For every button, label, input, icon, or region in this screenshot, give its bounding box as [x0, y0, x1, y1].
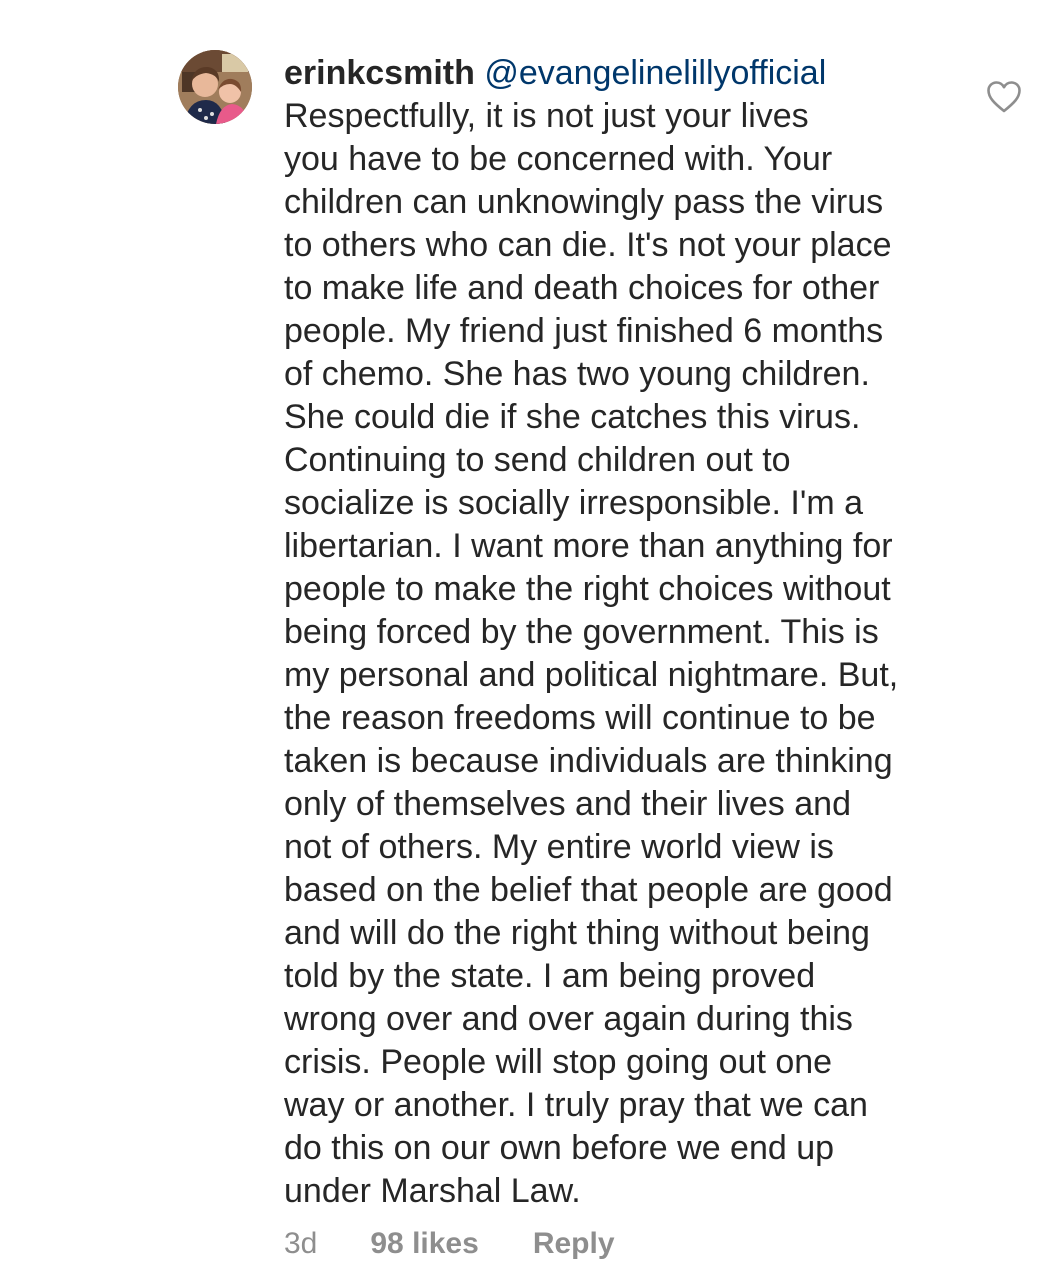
- comment-line: the reason freedoms will continue to be: [284, 699, 876, 737]
- username[interactable]: erinkcsmith: [284, 54, 475, 92]
- comment-body: erinkcsmith @evangelinelillyofficial Res…: [284, 52, 964, 1213]
- comment-line: and will do the right thing without bein…: [284, 914, 870, 952]
- comment: erinkcsmith @evangelinelillyofficial Res…: [0, 0, 1054, 1265]
- comment-line: libertarian. I want more than anything f…: [284, 527, 893, 565]
- comment-line: you have to be concerned with. Your: [284, 140, 833, 178]
- avatar[interactable]: [178, 50, 252, 124]
- comment-line: crisis. People will stop going out one: [284, 1043, 833, 1081]
- comment-line: taken is because individuals are thinkin…: [284, 742, 893, 780]
- comment-meta: 3d 98 likes Reply: [284, 1227, 615, 1261]
- comment-line: only of themselves and their lives and: [284, 785, 851, 823]
- comment-line: based on the belief that people are good: [284, 871, 893, 909]
- comment-line: Continuing to send children out to: [284, 441, 791, 479]
- comment-line: people. My friend just finished 6 months: [284, 312, 884, 350]
- comment-line: do this on our own before we end up: [284, 1129, 835, 1167]
- comment-line: Respectfully, it is not just your lives: [284, 97, 809, 135]
- comment-line: to make life and death choices for other: [284, 269, 880, 307]
- comment-line: people to make the right choices without: [284, 570, 891, 608]
- comment-line: wrong over and over again during this: [284, 1000, 853, 1038]
- reply-button[interactable]: Reply: [533, 1227, 615, 1261]
- comment-line: not of others. My entire world view is: [284, 828, 834, 866]
- heart-outline-icon[interactable]: [986, 80, 1022, 114]
- comment-line: under Marshal Law.: [284, 1172, 581, 1210]
- comment-text: erinkcsmith @evangelinelillyofficial Res…: [284, 52, 964, 1213]
- avatar-photo: [178, 50, 252, 124]
- comment-line: my personal and political nightmare. But…: [284, 656, 899, 694]
- likes-count-button[interactable]: 98 likes: [370, 1227, 478, 1261]
- comment-line: to others who can die. It's not your pla…: [284, 226, 892, 264]
- comment-line: way or another. I truly pray that we can: [284, 1086, 868, 1124]
- comment-line: children can unknowingly pass the virus: [284, 183, 884, 221]
- comment-header-line: erinkcsmith @evangelinelillyofficial: [284, 52, 964, 95]
- comment-line: being forced by the government. This is: [284, 613, 879, 651]
- comment-line: of chemo. She has two young children.: [284, 355, 870, 393]
- comment-line: She could die if she catches this virus.: [284, 398, 861, 436]
- comment-line: told by the state. I am being proved: [284, 957, 816, 995]
- comment-line: socialize is socially irresponsible. I'm…: [284, 484, 864, 522]
- timestamp[interactable]: 3d: [284, 1227, 317, 1261]
- mention-link[interactable]: @evangelinelillyofficial: [484, 54, 826, 92]
